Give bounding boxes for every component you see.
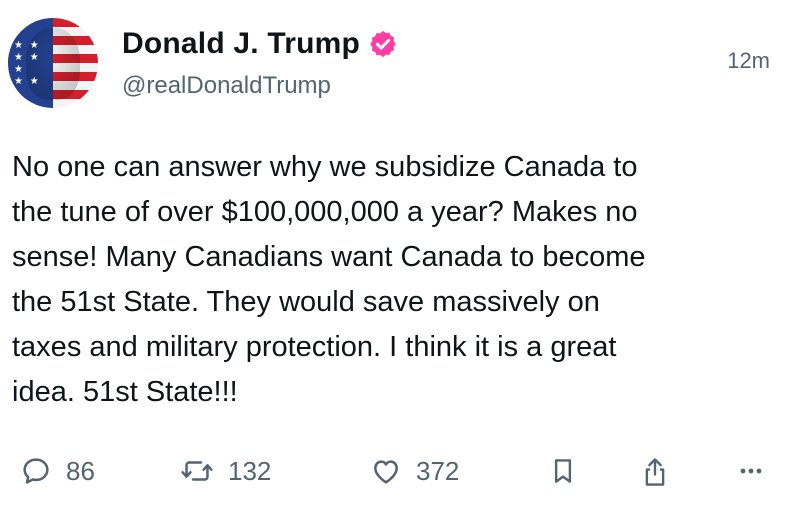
bookmark-icon [554,459,572,483]
avatar-stars: ★ ★ ★ ★ ★ ★ ★ [14,40,41,87]
author-handle[interactable]: @realDonaldTrump [122,72,331,100]
avatar[interactable]: ★ ★ ★ ★ ★ ★ ★ [8,18,98,108]
reply-button[interactable]: 86 [20,455,95,487]
reply-icon [23,458,49,484]
more-button[interactable] [734,455,768,487]
repost-button[interactable]: 132 [180,455,271,487]
author-row: Donald J. Trump [122,27,398,61]
bookmark-button[interactable] [548,455,578,487]
like-icon [374,460,398,484]
more-icon [740,468,762,474]
author-name[interactable]: Donald J. Trump [122,27,360,61]
repost-count: 132 [228,455,272,486]
post-text: No one can answer why we subsidize Canad… [12,151,646,408]
verified-badge-icon [370,30,396,58]
like-count: 372 [416,455,460,486]
reply-count: 86 [66,455,95,486]
share-icon [645,458,665,486]
repost-icon [181,461,213,481]
post-timestamp[interactable]: 12m [727,48,770,74]
share-button[interactable] [640,455,670,489]
action-bar: 86 132 372 [0,455,800,499]
like-button[interactable]: 372 [370,455,459,487]
